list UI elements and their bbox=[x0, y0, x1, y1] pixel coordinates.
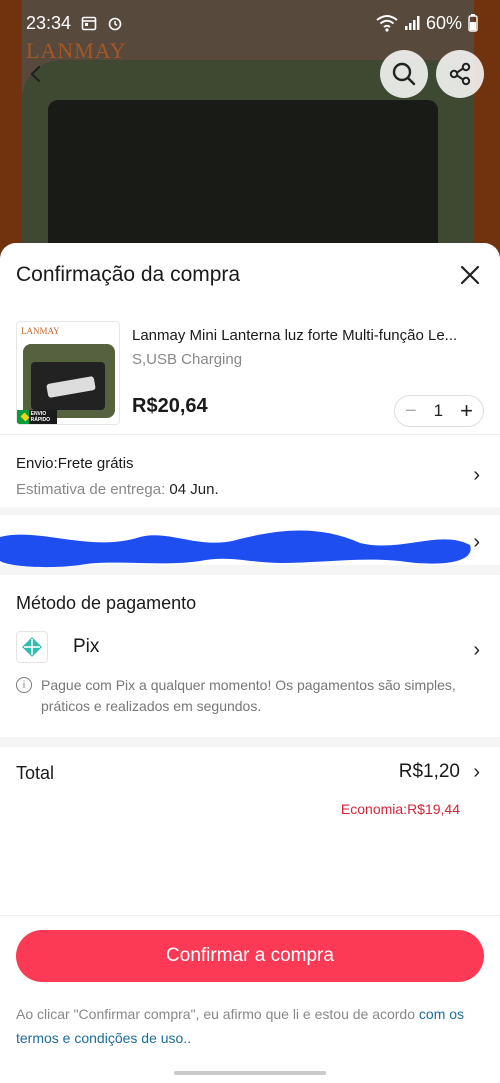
home-indicator[interactable] bbox=[174, 1071, 326, 1075]
product-thumbnail[interactable]: LANMAY ENVIO RÁPIDO bbox=[16, 321, 120, 425]
close-button[interactable] bbox=[456, 261, 484, 289]
payment-option-pix[interactable]: Pix bbox=[16, 631, 484, 663]
quantity-value: 1 bbox=[433, 401, 444, 420]
shipping-title: Envio:Frete grátis bbox=[16, 455, 134, 472]
search-button[interactable] bbox=[380, 50, 428, 98]
delivery-date: 04 Jun. bbox=[169, 481, 219, 498]
status-bar: 23:34 60% bbox=[0, 0, 500, 46]
share-icon bbox=[449, 62, 471, 86]
signal-icon bbox=[404, 16, 420, 30]
battery-level: 60% bbox=[425, 12, 462, 33]
total-section[interactable]: Total R$1,20 › Economia:R$19,44 bbox=[0, 747, 500, 897]
payment-method-section: Método de pagamento Pix › i Pague com Pi… bbox=[0, 575, 500, 747]
chevron-right-icon: › bbox=[473, 639, 480, 661]
fast-shipping-badge: ENVIO RÁPIDO bbox=[17, 410, 57, 424]
info-icon: i bbox=[16, 677, 32, 693]
product-name: Lanmay Mini Lanterna luz forte Multi-fun… bbox=[132, 327, 458, 344]
payment-method-label: Pix bbox=[73, 636, 100, 657]
calendar-icon bbox=[81, 16, 97, 31]
confirm-purchase-button[interactable]: Confirmar a compra bbox=[16, 930, 484, 982]
shipping-address[interactable]: › bbox=[0, 515, 500, 575]
wifi-icon bbox=[376, 15, 398, 32]
share-button[interactable] bbox=[436, 50, 484, 98]
savings-amount: Economia:R$19,44 bbox=[340, 801, 460, 817]
delivery-estimate: Estimativa de entrega: 04 Jun. bbox=[16, 481, 219, 498]
product-variant[interactable]: S,USB Charging bbox=[132, 351, 484, 368]
increase-quantity-button[interactable]: + bbox=[460, 398, 473, 424]
pix-icon bbox=[16, 631, 48, 663]
payment-note: i Pague com Pix a qualquer momento! Os p… bbox=[16, 675, 484, 717]
quantity-stepper: − 1 + bbox=[394, 395, 484, 427]
terms-text: Ao clicar "Confirmar compra", eu afirmo … bbox=[16, 1006, 465, 1046]
purchase-confirmation-sheet: Confirmação da compra LANMAY ENVIO RÁPID… bbox=[0, 243, 500, 1083]
status-time: 23:34 bbox=[26, 12, 72, 33]
back-button[interactable] bbox=[12, 50, 60, 98]
close-icon bbox=[460, 265, 480, 285]
chevron-right-icon: › bbox=[473, 531, 480, 553]
chevron-right-icon: › bbox=[473, 464, 480, 486]
product-price: R$20,64 bbox=[132, 395, 208, 417]
back-arrow-icon bbox=[30, 65, 41, 83]
total-value: R$1,20 bbox=[398, 761, 460, 782]
redacted-address bbox=[0, 530, 471, 568]
chevron-right-icon: › bbox=[473, 761, 480, 783]
battery-icon bbox=[468, 14, 478, 32]
alarm-icon bbox=[108, 17, 122, 31]
decrease-quantity-button[interactable]: − bbox=[405, 400, 417, 423]
thumb-logo: LANMAY bbox=[21, 326, 60, 336]
footer: Confirmar a compra Ao clicar "Confirmar … bbox=[0, 915, 500, 1083]
shipping-section[interactable]: Envio:Frete grátis Estimativa de entrega… bbox=[0, 435, 500, 515]
sheet-title: Confirmação da compra bbox=[16, 263, 241, 286]
sheet-header: Confirmação da compra bbox=[0, 243, 500, 307]
product-summary: LANMAY ENVIO RÁPIDO Lanmay Mini Lanterna… bbox=[0, 307, 500, 435]
payment-title: Método de pagamento bbox=[16, 593, 197, 613]
search-icon bbox=[392, 62, 416, 86]
